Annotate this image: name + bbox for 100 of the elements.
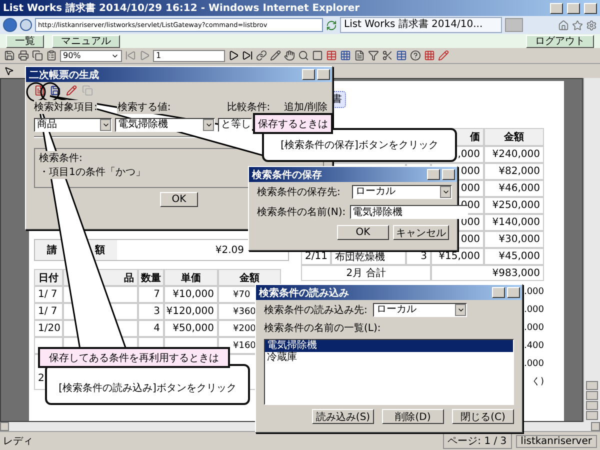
field-label: 検索条件の保存先: — [257, 185, 340, 199]
close-button[interactable] — [507, 287, 520, 298]
page-field[interactable]: 1 — [153, 50, 225, 62]
table-cell: 1/20 — [34, 320, 63, 337]
zoom-select[interactable]: 90% — [60, 50, 122, 62]
item-select[interactable]: 商品 — [34, 118, 112, 132]
field-label: 比較条件: — [226, 100, 270, 114]
load-button[interactable]: 読み込み(S) — [312, 409, 374, 424]
list-item[interactable]: 冷蔵庫 — [265, 352, 513, 364]
nav-button[interactable]: マニュアル — [52, 34, 120, 48]
field-label: 検索条件の名前の一覧(L): — [264, 321, 381, 335]
table-cell: ¥46,000 — [484, 180, 544, 197]
pointer-icon[interactable] — [4, 66, 14, 76]
last-page-icon[interactable] — [242, 50, 253, 61]
scroll-button[interactable] — [586, 391, 598, 400]
ok-button[interactable]: OK — [337, 225, 389, 240]
edit-icon[interactable] — [66, 85, 77, 96]
search-icon[interactable] — [298, 50, 309, 61]
table-cell: ¥10,000 — [164, 286, 218, 303]
close-button[interactable] — [317, 69, 330, 80]
browser-tab[interactable]: List Works 請求書 2014/10... — [340, 17, 502, 33]
close-button[interactable] — [584, 2, 597, 14]
callout-text: [検索条件の読み込み]ボタンをクリック — [45, 364, 250, 405]
settings-icon[interactable] — [586, 20, 597, 30]
value-select[interactable]: 電気掃除機 — [115, 118, 215, 132]
callout-text: [検索条件の保存]ボタンをクリック — [262, 128, 457, 162]
total-label: 額 — [95, 244, 105, 257]
table-cell: ¥250,000 — [484, 197, 544, 214]
cancel-button[interactable]: キャンセル — [393, 225, 449, 240]
table-cell: ¥45,000 — [484, 248, 544, 265]
delete-button[interactable]: 削除(D) — [382, 409, 444, 424]
condition-select[interactable]: と等し — [218, 118, 252, 132]
table-cell-text: .000 — [524, 358, 544, 371]
copy-icon[interactable] — [32, 50, 43, 61]
name-field[interactable]: 電気掃除機 — [350, 205, 468, 219]
logout-button[interactable]: ログアウト — [526, 34, 594, 48]
list-item[interactable]: 電気掃除機 — [265, 340, 513, 352]
table-cell: ¥82,000 — [484, 163, 544, 180]
scissors-icon[interactable] — [382, 50, 393, 61]
nav-button[interactable]: 一覧 — [6, 34, 44, 48]
back-button[interactable] — [3, 18, 17, 32]
highlight-circle — [40, 82, 60, 102]
field-label: 検索対象項目: — [34, 100, 98, 114]
help-icon[interactable] — [410, 50, 421, 61]
clipboard-icon[interactable] — [46, 50, 57, 61]
document-icon[interactable] — [354, 50, 365, 61]
next-page-icon[interactable] — [228, 50, 239, 61]
table-cell: ¥50,000 — [164, 320, 218, 337]
table-cell-text: .000 — [524, 322, 544, 335]
grid-icon[interactable] — [424, 50, 435, 61]
field-label: 検索条件の名前(N): — [257, 205, 346, 219]
pencil-icon[interactable] — [270, 50, 281, 61]
table-cell: 7 — [138, 286, 164, 303]
scroll-button[interactable] — [0, 422, 9, 431]
save-icon[interactable] — [4, 50, 15, 61]
link-icon[interactable] — [256, 50, 267, 61]
table-icon[interactable] — [396, 50, 407, 61]
table-icon[interactable] — [326, 50, 337, 61]
name-list[interactable]: 電気掃除機 冷蔵庫 — [264, 339, 514, 405]
window-title: List Works 請求書 2014/10/29 16:12 - Windows Internet Explorer — [3, 2, 361, 15]
refresh-icon[interactable] — [326, 20, 337, 30]
minimize-button[interactable] — [550, 2, 563, 14]
load-conditions-icon[interactable] — [34, 85, 45, 96]
subtotal-label: 2月 合計 — [301, 265, 431, 281]
scroll-button[interactable] — [586, 381, 598, 390]
summary-text: 検索条件: — [39, 151, 82, 165]
maximize-button[interactable] — [567, 2, 580, 14]
help-button[interactable] — [302, 69, 315, 80]
pencil-icon[interactable] — [438, 50, 449, 61]
callout-heading: 保存するときは — [253, 113, 333, 134]
highlight-circle — [26, 82, 46, 102]
status-text: レディ — [3, 435, 33, 448]
dialog-title: 二次帳票の生成 — [29, 68, 99, 82]
help-button[interactable] — [427, 169, 440, 180]
close-dialog-button[interactable]: 閉じる(C) — [452, 409, 514, 424]
grid-icon[interactable] — [340, 50, 351, 61]
forward-button[interactable] — [20, 19, 32, 31]
scroll-button[interactable] — [591, 422, 600, 431]
table-cell-text: .000 — [524, 304, 544, 317]
field-label: 検索する値: — [117, 100, 171, 114]
location-select[interactable]: ローカル — [352, 185, 452, 199]
table-header: 金額 — [484, 128, 544, 146]
select-icon[interactable] — [312, 50, 323, 61]
page-footer-text: く) — [531, 376, 544, 389]
scroll-button[interactable] — [586, 411, 598, 420]
help-button[interactable] — [492, 287, 505, 298]
table-cell: 1/ 7 — [34, 286, 63, 303]
location-select[interactable]: ローカル — [373, 303, 468, 317]
filter-icon[interactable] — [368, 50, 379, 61]
save-conditions-icon[interactable] — [50, 85, 61, 96]
star-icon[interactable] — [572, 20, 583, 30]
scroll-button[interactable] — [586, 401, 598, 410]
hand-icon[interactable] — [284, 50, 295, 61]
home-icon[interactable] — [558, 20, 569, 30]
close-button[interactable] — [442, 169, 455, 180]
field-label: 追加/削除 — [284, 100, 328, 114]
table-header: 日付 — [34, 269, 63, 286]
field-label: 検索条件の読み込み先: — [264, 303, 368, 317]
ok-button[interactable]: OK — [160, 192, 198, 207]
print-icon[interactable] — [18, 50, 29, 61]
